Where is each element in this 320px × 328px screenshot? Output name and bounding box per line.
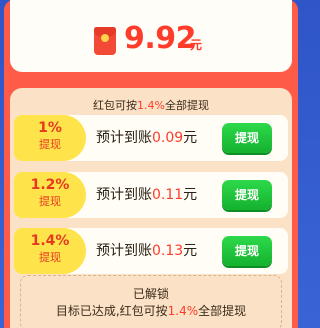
unlock-title: 已解锁 — [132, 287, 169, 301]
info-suffix: 全部提现 — [164, 99, 209, 112]
unlock-desc-suffix: 全部提现 — [198, 304, 247, 318]
tier-estimate-label: 预计到账 — [96, 130, 152, 146]
tier-tag: 1.2% 提现 — [14, 172, 86, 218]
tier-estimate-label: 预计到账 — [96, 243, 152, 259]
tier-pct: 1% — [38, 120, 62, 136]
tier-estimate: 预计到账0.13元 — [96, 242, 197, 260]
tier-estimate-unit: 元 — [183, 243, 198, 259]
tier-estimate: 预计到账0.09元 — [96, 129, 197, 147]
tier-estimate-value: 0.13 — [152, 243, 184, 259]
balance-amount: 9.92 — [124, 21, 197, 56]
withdraw-button[interactable]: 提现 — [222, 180, 272, 210]
tier-tag: 1% 提现 — [14, 115, 86, 161]
tier-row: 1% 提现 预计到账0.09元 提现 — [14, 115, 288, 161]
tier-estimate-unit: 元 — [183, 130, 198, 146]
tier-estimate-value: 0.11 — [152, 187, 184, 203]
tier-tag-label: 提现 — [39, 251, 61, 264]
tier-estimate-unit: 元 — [183, 187, 198, 203]
red-packet-icon — [94, 27, 116, 55]
unlock-desc-prefix: 目标已达成,红包可按 — [55, 304, 168, 318]
tier-pct: 1.4% — [30, 233, 70, 249]
unlock-desc: 目标已达成,红包可按1.4%全部提现 — [0, 302, 302, 319]
tier-tag-label: 提现 — [39, 195, 61, 208]
tier-estimate: 预计到账0.11元 — [96, 186, 197, 204]
balance-unit: 元 — [190, 38, 203, 52]
withdraw-button[interactable]: 提现 — [222, 123, 272, 153]
tier-row: 1.2% 提现 预计到账0.11元 提现 — [14, 172, 288, 218]
tier-pct: 1.2% — [30, 177, 70, 193]
info-prefix: 红包可按 — [93, 99, 138, 112]
unlock-desc-pct: 1.4% — [167, 304, 199, 318]
tier-estimate-label: 预计到账 — [96, 187, 152, 203]
tier-tag-label: 提现 — [39, 138, 61, 151]
tier-row: 1.4% 提现 预计到账0.13元 提现 — [14, 228, 288, 274]
withdraw-button[interactable]: 提现 — [222, 236, 272, 266]
tier-tag: 1.4% 提现 — [14, 228, 86, 274]
info-pct: 1.4% — [137, 99, 165, 112]
tier-estimate-value: 0.09 — [152, 130, 184, 146]
withdraw-info: 红包可按1.4%全部提现 — [0, 97, 302, 113]
